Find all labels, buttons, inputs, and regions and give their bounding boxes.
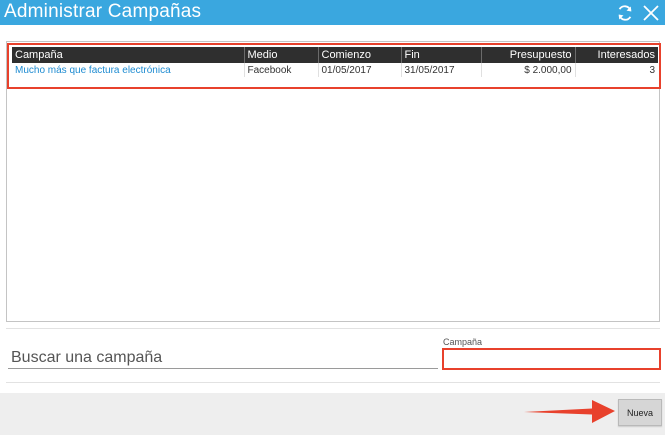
cell-end-date: 31/05/2017 xyxy=(401,63,482,77)
table-header-row: Campaña Medio Comienzo Fin Presupuesto I… xyxy=(12,47,658,63)
window-titlebar: Administrar Campañas xyxy=(0,0,665,25)
cell-medium: Facebook xyxy=(244,63,319,77)
window-title: Administrar Campañas xyxy=(4,1,202,22)
campaigns-table: Campaña Medio Comienzo Fin Presupuesto I… xyxy=(12,47,658,77)
column-header-campaign[interactable]: Campaña xyxy=(12,47,245,63)
arrow-pointer-icon xyxy=(524,400,615,423)
campaign-field-label: Campaña xyxy=(443,337,483,347)
cell-start-date: 01/05/2017 xyxy=(318,63,402,77)
campaign-name-link[interactable]: Mucho más que factura electrónica xyxy=(12,63,245,77)
cell-interested: 3 xyxy=(649,64,655,76)
close-icon[interactable] xyxy=(641,3,661,23)
campaigns-table-highlight: Campaña Medio Comienzo Fin Presupuesto I… xyxy=(7,43,661,89)
table-row[interactable]: Mucho más que factura electrónica Facebo… xyxy=(12,63,658,77)
campaigns-grid: Campaña Medio Comienzo Fin Presupuesto I… xyxy=(6,41,661,322)
cell-budget: $ 2.000,00 xyxy=(481,63,576,77)
column-header-medium[interactable]: Medio xyxy=(244,47,319,63)
divider xyxy=(6,328,660,329)
campaign-search-input[interactable] xyxy=(442,348,661,370)
column-header-interested[interactable]: Interesados xyxy=(575,47,658,63)
column-header-budget[interactable]: Presupuesto xyxy=(481,47,576,63)
divider xyxy=(6,382,660,383)
column-header-end[interactable]: Fin xyxy=(401,47,482,63)
new-campaign-button[interactable]: Nueva xyxy=(618,399,662,426)
refresh-icon[interactable] xyxy=(615,3,635,23)
search-campaign-label: Buscar una campaña xyxy=(11,349,163,366)
column-header-start[interactable]: Comienzo xyxy=(318,47,402,63)
search-underline xyxy=(8,368,438,369)
